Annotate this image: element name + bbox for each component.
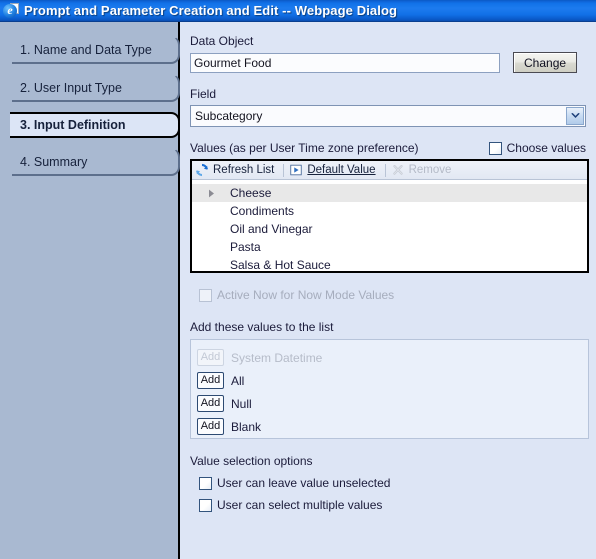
sidebar-item-label: 1. Name and Data Type bbox=[20, 42, 152, 57]
sidebar-item-input-definition[interactable]: 3. Input Definition bbox=[10, 112, 180, 138]
leave-value-unselected-label: User can leave value unselected bbox=[217, 476, 391, 490]
choose-values-label: Choose values bbox=[506, 141, 586, 155]
add-null-button[interactable]: Add bbox=[197, 395, 224, 412]
add-row-system-datetime: Add System Datetime bbox=[197, 346, 588, 369]
data-object-label: Data Object bbox=[190, 34, 254, 48]
add-blank-button[interactable]: Add bbox=[197, 418, 224, 435]
add-values-box: Add System Datetime Add All Add Null Add… bbox=[190, 339, 589, 439]
sidebar-item-label: 3. Input Definition bbox=[20, 118, 126, 132]
add-row-all: Add All bbox=[197, 369, 588, 392]
select-multiple-values-checkbox[interactable] bbox=[199, 498, 212, 512]
play-triangle-icon bbox=[290, 164, 303, 176]
add-blank-label: Blank bbox=[231, 419, 262, 434]
values-listbox: Refresh List Default Value Remove Cheese… bbox=[190, 159, 589, 273]
add-system-datetime-label: System Datetime bbox=[231, 350, 323, 365]
refresh-list-button[interactable]: Refresh List bbox=[192, 161, 281, 179]
field-select[interactable]: Subcategory bbox=[190, 105, 586, 127]
default-value-label: Default Value bbox=[307, 164, 376, 176]
list-item-label: Pasta bbox=[230, 240, 261, 254]
add-null-label: Null bbox=[231, 396, 252, 411]
triangle-right-icon bbox=[194, 189, 228, 198]
values-list: Cheese Condiments Oil and Vinegar Pasta … bbox=[192, 180, 587, 274]
refresh-icon bbox=[196, 163, 208, 177]
active-now-label: Active Now for Now Mode Values bbox=[217, 288, 395, 302]
field-label: Field bbox=[190, 87, 217, 101]
select-multiple-values-label: User can select multiple values bbox=[217, 498, 383, 512]
data-object-row: Change bbox=[190, 52, 588, 73]
refresh-list-label: Refresh List bbox=[213, 164, 275, 176]
data-object-input[interactable] bbox=[190, 52, 500, 73]
list-item[interactable]: Oil and Vinegar bbox=[192, 220, 587, 238]
active-now-row: Active Now for Now Mode Values bbox=[190, 288, 588, 302]
add-values-label: Add these values to the list bbox=[190, 320, 334, 334]
window-title: Prompt and Parameter Creation and Edit -… bbox=[24, 3, 398, 18]
add-row-null: Add Null bbox=[197, 392, 588, 415]
sidebar-item-summary[interactable]: 4. Summary bbox=[12, 148, 180, 176]
title-bar: e Prompt and Parameter Creation and Edit… bbox=[0, 0, 596, 22]
x-mark-icon bbox=[392, 165, 403, 175]
list-item-label: Salsa & Hot Sauce bbox=[230, 258, 331, 272]
remove-button: Remove bbox=[388, 161, 459, 179]
select-multiple-values-row[interactable]: User can select multiple values bbox=[190, 498, 588, 512]
dialog-body: 1. Name and Data Type 2. User Input Type… bbox=[0, 22, 596, 559]
field-select-value: Subcategory bbox=[195, 109, 263, 123]
values-toolbar: Refresh List Default Value Remove bbox=[192, 161, 587, 180]
values-label: Values (as per User Time zone preference… bbox=[190, 141, 419, 155]
main-panel: Data Object Change Field Subcategory Val… bbox=[180, 22, 596, 559]
list-item[interactable]: Condiments bbox=[192, 202, 587, 220]
add-all-button[interactable]: Add bbox=[197, 372, 224, 389]
add-system-datetime-button: Add bbox=[197, 349, 224, 366]
sidebar-item-label: 2. User Input Type bbox=[20, 80, 122, 95]
wizard-sidebar: 1. Name and Data Type 2. User Input Type… bbox=[0, 22, 180, 559]
sidebar-item-user-input-type[interactable]: 2. User Input Type bbox=[12, 74, 180, 102]
leave-value-unselected-checkbox[interactable] bbox=[199, 476, 212, 490]
leave-value-unselected-row[interactable]: User can leave value unselected bbox=[190, 476, 588, 490]
default-value-button[interactable]: Default Value bbox=[286, 161, 382, 179]
values-header: Values (as per User Time zone preference… bbox=[190, 141, 588, 155]
add-all-label: All bbox=[231, 373, 245, 388]
sidebar-item-name-and-data-type[interactable]: 1. Name and Data Type bbox=[12, 36, 180, 64]
internet-explorer-icon: e bbox=[3, 2, 19, 19]
chevron-down-icon[interactable] bbox=[566, 107, 584, 125]
add-row-blank: Add Blank bbox=[197, 415, 588, 438]
list-item-label: Condiments bbox=[230, 204, 295, 218]
change-button[interactable]: Change bbox=[513, 52, 578, 73]
choose-values-checkbox[interactable] bbox=[488, 141, 502, 155]
choose-values-row[interactable]: Choose values bbox=[488, 141, 586, 155]
list-item[interactable]: Pasta bbox=[192, 238, 587, 256]
ie-e-glyph: e bbox=[3, 3, 17, 18]
toolbar-separator bbox=[384, 163, 386, 177]
active-now-checkbox bbox=[199, 288, 212, 302]
list-item-label: Oil and Vinegar bbox=[230, 222, 313, 236]
remove-label: Remove bbox=[408, 164, 452, 176]
list-item-label: Cheese bbox=[230, 186, 272, 200]
list-item[interactable]: Cheese bbox=[192, 184, 587, 202]
sidebar-item-label: 4. Summary bbox=[20, 154, 88, 169]
value-selection-options-label: Value selection options bbox=[190, 454, 313, 468]
toolbar-separator bbox=[283, 163, 285, 177]
list-item[interactable]: Salsa & Hot Sauce bbox=[192, 256, 587, 274]
